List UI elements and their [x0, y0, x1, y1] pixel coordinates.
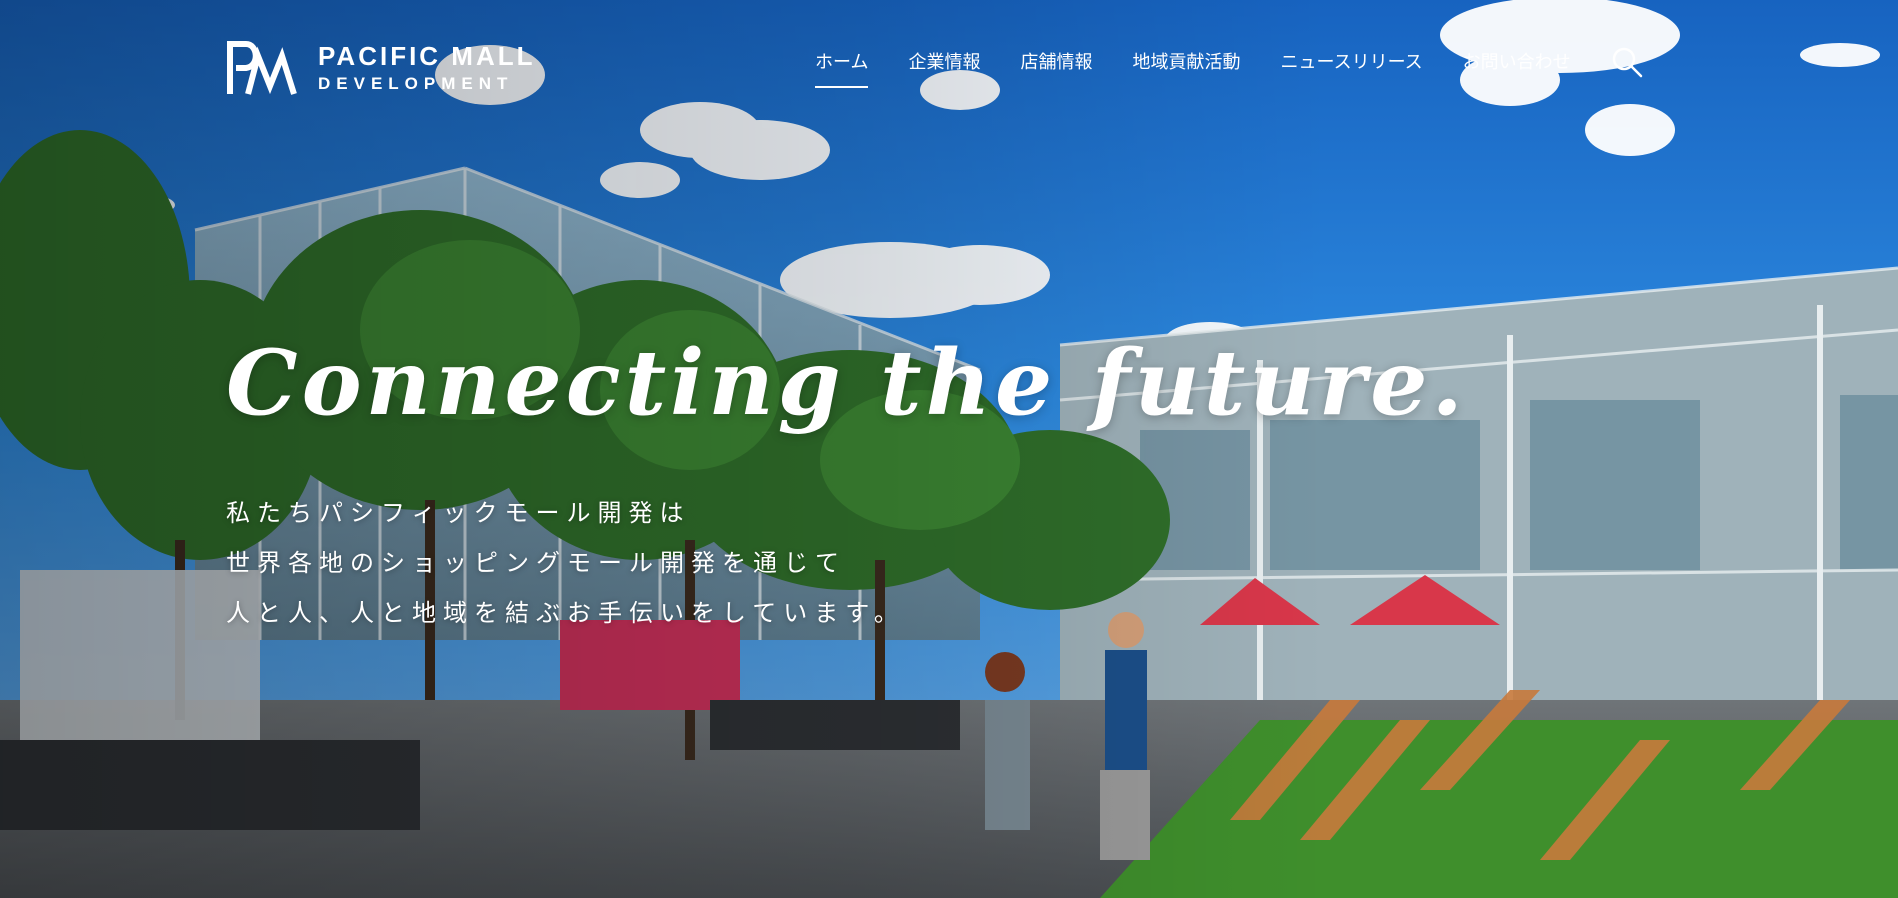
main-nav: ホーム 企業情報 店舗情報 地域貢献活動 ニュースリリース お問い合わせ: [815, 46, 1643, 88]
nav-item-contact[interactable]: お問い合わせ: [1463, 48, 1571, 88]
hero-section: PACIFIC MALL DEVELOPMENT ホーム 企業情報 店舗情報 地…: [0, 0, 1898, 898]
hero-headline: Connecting the future.: [226, 330, 1467, 436]
site-logo[interactable]: PACIFIC MALL DEVELOPMENT: [226, 38, 536, 96]
hero-lead-line: 世界各地のショッピングモール開発を通じて: [226, 549, 846, 577]
nav-item-news[interactable]: ニュースリリース: [1280, 48, 1422, 88]
nav-item-community[interactable]: 地域貢献活動: [1132, 48, 1240, 88]
hero-lead-line: 人と人、人と地域を結ぶお手伝いをしています。: [226, 599, 905, 627]
nav-item-home[interactable]: ホーム: [815, 48, 869, 88]
hero-lead-line: 私たちパシフィックモール開発は: [226, 499, 691, 527]
hero-lead: 私たちパシフィックモール開発は 世界各地のショッピングモール開発を通じて 人と人…: [226, 488, 905, 638]
logo-name-line1: PACIFIC MALL: [318, 40, 536, 71]
logo-name-line2: DEVELOPMENT: [318, 73, 514, 93]
search-icon[interactable]: [1611, 46, 1643, 78]
nav-item-company[interactable]: 企業情報: [908, 48, 980, 88]
pm-logo-icon: [227, 41, 297, 95]
nav-item-stores[interactable]: 店舗情報: [1020, 48, 1092, 88]
hero-overlay: [0, 0, 1898, 898]
